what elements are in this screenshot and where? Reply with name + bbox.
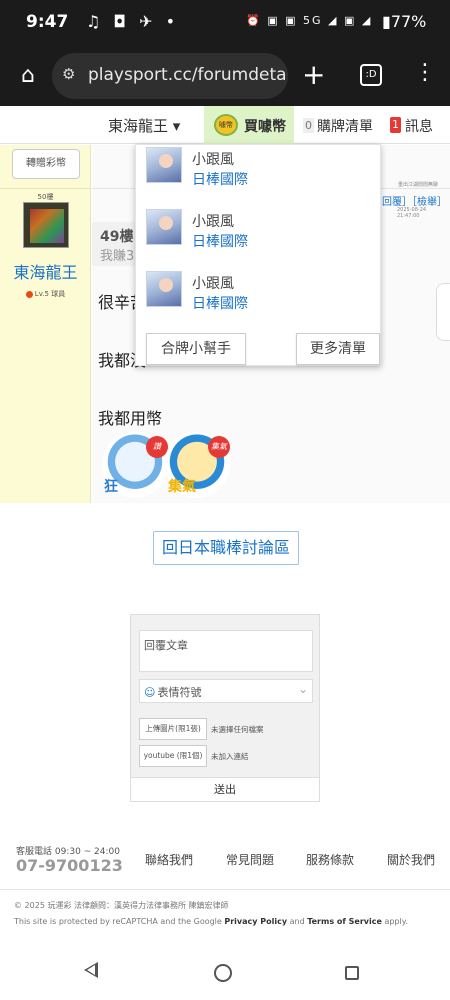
expert-avatar — [146, 271, 182, 307]
emoticon-select[interactable]: ☺ 表情符號 ⌄ — [139, 679, 313, 703]
expert-avatar — [146, 209, 182, 245]
site-top-nav: 東海龍王 ▾ 噱幣 買噱幣 0 購牌清單 1 訊息 — [0, 106, 450, 144]
home-icon[interactable]: ⌂ — [14, 62, 42, 90]
send-button[interactable]: 送出 — [131, 777, 319, 801]
sticker-badge: 集氣 — [208, 436, 230, 458]
service-phone[interactable]: 07-9700123 — [16, 856, 123, 875]
expert-league[interactable]: 日棒國際 — [192, 231, 248, 251]
coin-icon: 噱幣 — [214, 114, 238, 136]
tab-switcher-button[interactable]: :D — [360, 64, 382, 86]
buy-coins-label: 買噱幣 — [244, 119, 286, 135]
system-nav-bar — [0, 944, 450, 1000]
messages-link[interactable]: 訊息 — [405, 116, 433, 136]
battery-percent: 77% — [390, 12, 427, 31]
reply-report-links[interactable]: 回覆］［檢舉］ — [382, 193, 447, 208]
reply-form: 回覆文章 ☺ 表情符號 ⌄ 上傳圖片(限1張) 未選擇任何檔案 youtube (… — [130, 614, 320, 802]
back-to-board-button[interactable]: 回日本職棒討論區 — [153, 531, 299, 565]
helper-button[interactable]: 合牌小幫手 — [146, 333, 246, 365]
list-item[interactable]: 小跟風 日棒國際 — [146, 147, 376, 191]
expert-name: 小跟風 — [192, 276, 234, 292]
site-footer: 客服電話 09:30 ~ 24:00 07-9700123 聯絡我們 常見問題 … — [0, 840, 450, 942]
emoticon-label: 表情符號 — [157, 686, 202, 699]
notification-icons: ♫ ◘ ✈ • — [86, 12, 180, 31]
sticker-caption: 狂 — [104, 479, 118, 495]
status-time: 9:47 — [26, 12, 69, 32]
side-drawer-handle[interactable] — [436, 283, 450, 341]
buy-coins-button[interactable]: 噱幣 買噱幣 — [204, 106, 294, 144]
footer-link-faq[interactable]: 常見問題 — [226, 851, 274, 868]
smiley-icon: ☺ — [144, 686, 156, 699]
captcha-and: and — [287, 917, 308, 926]
sticker-image: 集氣 集氣 — [164, 432, 230, 498]
more-lists-button[interactable]: 更多清單 — [296, 333, 380, 365]
list-item[interactable]: 小跟風 日棒國際 — [146, 209, 376, 253]
site-settings-icon[interactable]: ⚙ — [62, 65, 75, 83]
expert-league[interactable]: 日棒國際 — [192, 293, 248, 313]
recaptcha-notice: This site is protected by reCAPTCHA and … — [14, 917, 408, 926]
sticker-caption: 集氣 — [168, 479, 196, 495]
expert-name: 小跟風 — [192, 152, 234, 168]
post-text-line: 我都用幣 — [98, 409, 163, 428]
back-icon[interactable] — [84, 962, 98, 978]
expert-league[interactable]: 日棒國際 — [192, 169, 248, 189]
avatar[interactable] — [23, 202, 69, 248]
battery-indicator: ▮77% — [382, 12, 427, 31]
browser-toolbar: ⌂ ⚙ playsport.cc/forumdetai + :D ⋮ — [0, 48, 450, 106]
upload-image-status: 未選擇任何檔案 — [211, 725, 264, 734]
author-level: Lv.5 球員 — [0, 289, 91, 299]
cart-count-badge: 0 — [303, 118, 314, 133]
author-name[interactable]: 東海龍王 — [0, 259, 91, 283]
footer-divider — [0, 889, 450, 890]
purchase-list-dropdown: 小跟風 日棒國際 小跟風 日棒國際 小跟風 日棒國際 合牌小幫手 更多清單 — [135, 144, 381, 366]
terms-of-service-link[interactable]: Terms of Service — [307, 917, 382, 926]
purchase-list-link[interactable]: 購牌清單 — [317, 116, 373, 136]
youtube-link-status: 未加入連結 — [211, 752, 249, 761]
list-item[interactable]: 小跟風 日棒國際 — [146, 271, 376, 315]
recent-apps-icon[interactable] — [345, 966, 359, 980]
youtube-link-button[interactable]: youtube (限1個) — [139, 745, 207, 767]
level-text: Lv.5 球員 — [34, 290, 66, 298]
quoted-excerpt: 我賺3 — [100, 249, 135, 264]
author-divider — [0, 188, 91, 189]
author-signature: 重出江湖閒閒無聊 — [398, 182, 439, 188]
chevron-down-icon: ⌄ — [297, 682, 308, 696]
upload-image-button[interactable]: 上傳圖片(限1張) — [139, 718, 207, 740]
message-count-badge: 1 — [390, 117, 401, 133]
floor-number: 50樓 — [37, 193, 54, 201]
user-menu[interactable]: 東海龍王 ▾ — [108, 115, 180, 136]
captcha-text: This site is protected by reCAPTCHA and … — [14, 917, 225, 926]
copyright-text: © 2025 玩運彩 法律顧問：漢英得力法律事務所 陳鎮宏律師 — [14, 901, 229, 910]
post-timestamp: 2025-08-24 21:47:00 — [397, 207, 427, 219]
expert-name: 小跟風 — [192, 214, 234, 230]
quoted-floor: 49樓 — [100, 229, 134, 245]
privacy-policy-link[interactable]: Privacy Policy — [224, 917, 287, 926]
status-bar: 9:47 ♫ ◘ ✈ • ⏰ ▣ ▣ 5G ◢ ▣ ◢ ▮77% — [0, 0, 450, 48]
author-panel: 轉贈彩幣 50樓 東海龍王 Lv.5 球員 — [0, 145, 91, 503]
address-bar[interactable]: ⚙ playsport.cc/forumdetai — [52, 53, 288, 99]
footer-link-terms[interactable]: 服務條款 — [306, 851, 354, 868]
captcha-apply: apply. — [381, 917, 408, 926]
signal-icons: ⏰ ▣ ▣ 5G ◢ ▣ ◢ — [246, 14, 373, 27]
sticker-image: 狂 讚 — [102, 432, 168, 498]
level-icon — [25, 290, 33, 298]
new-tab-icon[interactable]: + — [302, 58, 325, 91]
footer-link-contact[interactable]: 聯絡我們 — [145, 851, 193, 868]
gift-coins-button[interactable]: 轉贈彩幣 — [12, 149, 80, 179]
reply-textarea[interactable]: 回覆文章 — [139, 630, 313, 672]
network-type: 5G — [302, 14, 323, 27]
more-menu-icon[interactable]: ⋮ — [414, 60, 436, 85]
url-text: playsport.cc/forumdetai — [88, 65, 288, 85]
home-circle-icon[interactable] — [214, 964, 232, 982]
footer-link-about[interactable]: 關於我們 — [387, 851, 435, 868]
expert-avatar — [146, 147, 182, 183]
